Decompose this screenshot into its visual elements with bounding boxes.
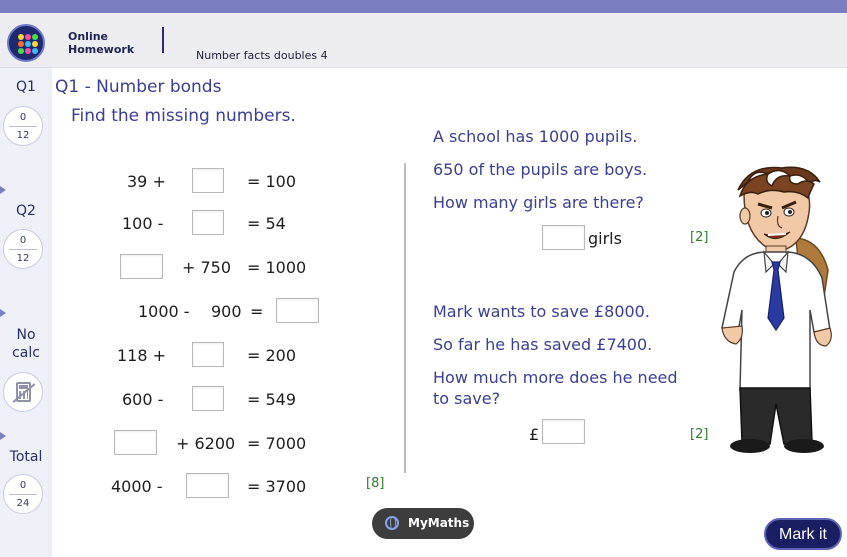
savings-answer-input[interactable]	[542, 419, 585, 444]
problem2-line2: So far he has saved £7400.	[433, 335, 653, 354]
total-score: 0	[19, 480, 27, 491]
problem1-line3: How many girls are there?	[433, 193, 644, 212]
eq5-answer-input[interactable]	[192, 342, 224, 367]
q2-max: 12	[16, 253, 30, 264]
no-calc-label: No calc	[0, 326, 52, 362]
currency-symbol: £	[529, 425, 540, 444]
q2-score: 0	[19, 235, 27, 246]
eq6-answer-input[interactable]	[192, 386, 224, 411]
problem2-marks: [2]	[690, 427, 709, 442]
eq1-left: 39 +	[127, 172, 166, 191]
header-bar: Online Homework Number facts doubles 4	[0, 13, 847, 68]
header-divider	[162, 27, 164, 53]
problem2-line3: How much more does he need	[433, 368, 678, 387]
question-sidebar: Q1 0 12 Q2 0 12 No calc Total 0 24	[0, 68, 52, 557]
eq1-answer-input[interactable]	[192, 168, 224, 193]
problem1-line1: A school has 1000 pupils.	[433, 127, 638, 146]
top-accent-bar	[0, 0, 847, 13]
eq1-right: = 100	[247, 172, 297, 191]
eq7-right: = 7000	[247, 434, 307, 453]
eq6-left: 600 -	[122, 390, 164, 409]
brand-line-1: Online	[68, 30, 109, 43]
total-tab-marker	[0, 432, 6, 440]
eq3-right: = 1000	[247, 258, 307, 277]
mymaths-badge[interactable]: MyMaths	[372, 508, 474, 539]
mark-it-button[interactable]: Mark it	[764, 518, 842, 550]
eq6-right: = 549	[247, 390, 297, 409]
no-calc-line-2: calc	[12, 345, 40, 361]
q2-tab-marker	[0, 186, 6, 194]
problem1-line2: 650 of the pupils are boys.	[433, 160, 648, 179]
eq2-answer-input[interactable]	[192, 210, 224, 235]
no-calculator-icon	[3, 372, 43, 412]
eq5-right: = 200	[247, 346, 297, 365]
total-label: Total	[9, 449, 43, 465]
eq5-left: 118 +	[117, 346, 167, 365]
eq8-answer-input[interactable]	[186, 473, 229, 498]
question-instruction: Find the missing numbers.	[71, 106, 296, 126]
question-title: Q1 - Number bonds	[55, 77, 222, 97]
mymaths-logo-icon[interactable]	[7, 24, 45, 62]
section-divider	[404, 163, 406, 473]
no-calc-line-1: No	[16, 327, 36, 343]
sidebar-item-q2[interactable]: Q2	[0, 203, 52, 219]
girls-unit-label: girls	[588, 229, 622, 248]
brand-line-2: Homework	[68, 43, 135, 56]
girls-answer-input[interactable]	[542, 225, 585, 250]
eq8-right: = 3700	[247, 477, 307, 496]
student-character-illustration	[721, 166, 832, 453]
problem2-line4: to save?	[433, 389, 501, 408]
eq3-middle: + 750	[182, 258, 232, 277]
eq2-right: = 54	[247, 214, 286, 233]
problem2-line1: Mark wants to save £8000.	[433, 302, 650, 321]
q1-score: 0	[19, 112, 27, 123]
brand-text: Online Homework	[68, 30, 134, 56]
mymaths-label: MyMaths	[408, 516, 470, 530]
eq4-answer-input[interactable]	[276, 298, 319, 323]
q2-score-badge: 0 12	[3, 229, 43, 269]
eq7-middle: + 6200	[176, 434, 236, 453]
topic-title: Number facts doubles 4	[196, 49, 328, 62]
eq2-left: 100 -	[122, 214, 164, 233]
sidebar-item-q1[interactable]: Q1	[0, 79, 52, 95]
total-score-badge: 0 24	[3, 474, 43, 514]
problem1-marks: [2]	[690, 230, 709, 245]
equations-marks: [8]	[366, 476, 385, 491]
globe-icon	[385, 516, 399, 530]
eq8-left: 4000 -	[111, 477, 163, 496]
q1-max: 12	[16, 130, 30, 141]
eq4-equals: =	[250, 302, 264, 321]
total-max: 24	[16, 498, 30, 509]
nocalc-tab-marker	[0, 309, 6, 317]
eq3-answer-input[interactable]	[120, 254, 163, 279]
eq7-answer-input[interactable]	[114, 430, 157, 455]
eq4-left: 1000 -	[138, 302, 190, 321]
eq4-middle: 900	[211, 302, 242, 321]
q1-score-badge: 0 12	[3, 106, 43, 146]
